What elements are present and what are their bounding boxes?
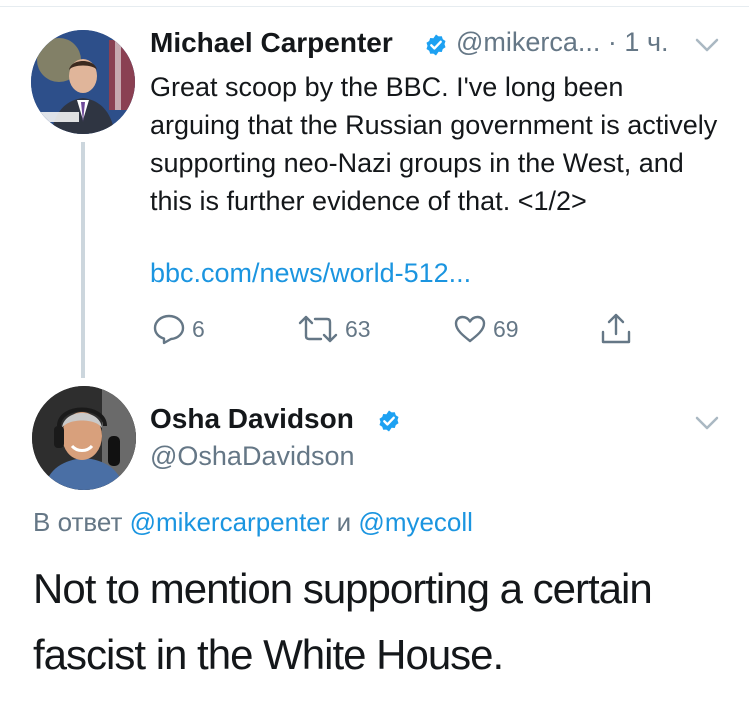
avatar-osha-davidson[interactable] (32, 386, 136, 490)
author-name[interactable]: Michael Carpenter (150, 27, 393, 59)
share-button[interactable] (599, 312, 633, 346)
verified-badge-icon (426, 34, 446, 56)
reply-prefix: В ответ (33, 507, 123, 537)
author-name[interactable]: Osha Davidson (150, 403, 354, 435)
mention-link[interactable]: @mikercarpenter (130, 507, 330, 537)
author-handle[interactable]: @OshaDavidson (150, 441, 355, 472)
article-link[interactable]: bbc.com/news/world-512... (150, 258, 471, 289)
reply-conjunction: и (336, 507, 352, 537)
reply-icon (153, 314, 185, 345)
handle-and-time[interactable]: @mikerca... · 1 ч. (456, 27, 669, 58)
heart-icon (454, 315, 486, 343)
share-icon (601, 313, 631, 344)
like-button[interactable]: 69 (453, 312, 519, 346)
retweet-button[interactable]: 63 (297, 312, 371, 346)
mention-link[interactable]: @myecoll (358, 507, 473, 537)
top-divider (0, 6, 749, 7)
replying-to-line: В ответ @mikercarpenter и @myecoll (33, 507, 473, 538)
reply-button[interactable]: 6 (152, 312, 205, 346)
avatar-michael-carpenter[interactable] (31, 30, 135, 134)
reply-count: 6 (192, 315, 205, 342)
retweet-icon (298, 315, 338, 343)
tweet-text: Great scoop by the BBC. I've long been a… (150, 72, 718, 216)
thread-connector-line (81, 142, 85, 378)
like-count: 69 (493, 315, 519, 342)
chevron-down-icon[interactable] (694, 37, 720, 53)
retweet-count: 63 (345, 315, 371, 342)
verified-badge-icon (379, 410, 399, 432)
tweet-text: Not to mention supporting a certain fasc… (33, 565, 653, 678)
chevron-down-icon[interactable] (694, 415, 720, 431)
